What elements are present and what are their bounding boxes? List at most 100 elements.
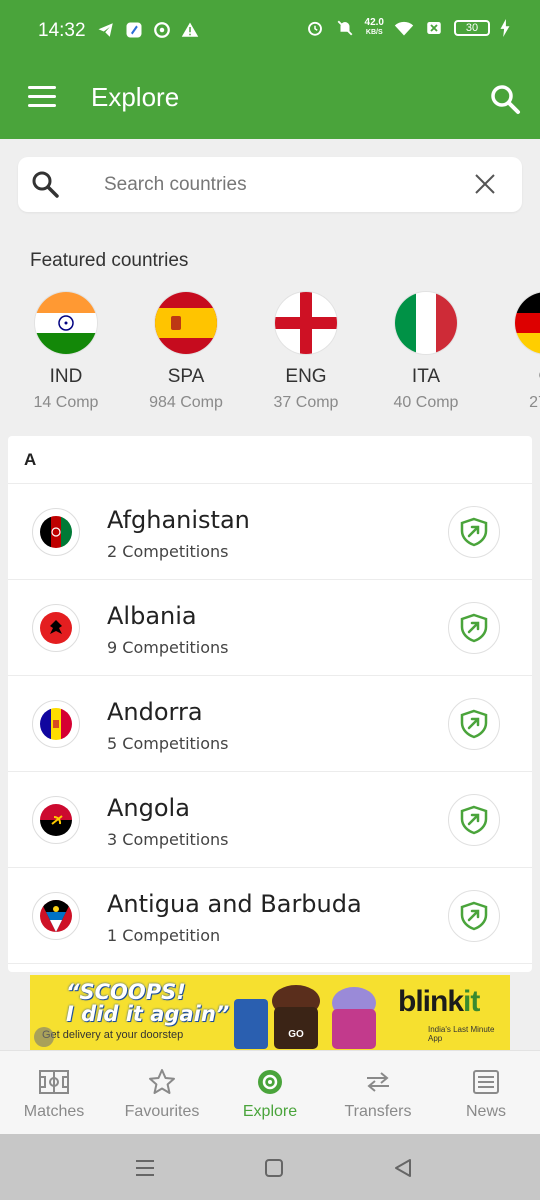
nav-news[interactable]: News — [432, 1051, 540, 1135]
ad-headline-line1: “SCOOPS! — [66, 980, 186, 1004]
open-country-shield-icon[interactable] — [448, 794, 500, 846]
telegram-icon — [96, 20, 116, 40]
featured-country-comp: 27 C — [529, 394, 540, 411]
featured-country-ita[interactable]: ITA 40 Comp — [366, 290, 486, 412]
afghanistan-flag-icon — [32, 508, 80, 556]
ad-brand-sub: India's Last Minute App — [428, 1025, 495, 1043]
battery-icon: 30 — [454, 20, 490, 36]
chrome-icon — [152, 20, 172, 40]
alarm-icon — [305, 18, 325, 38]
page-title: Explore — [91, 82, 180, 112]
wifi-icon — [394, 18, 414, 38]
country-competitions: 1 Competition — [107, 926, 221, 945]
status-bar: 14:32 42.0 KB/S 30 — [0, 0, 540, 62]
app-bar: 14:32 42.0 KB/S 30 Explore — [0, 0, 540, 139]
mute-icon — [335, 18, 355, 38]
country-row-angola[interactable]: Angola 3 Competitions — [8, 772, 532, 868]
search-icon[interactable] — [488, 82, 522, 116]
albania-flag-icon — [32, 604, 80, 652]
ad-info-icon[interactable] — [34, 1027, 54, 1047]
search-input[interactable] — [104, 165, 464, 205]
nav-favourites[interactable]: Favourites — [108, 1051, 216, 1135]
back-icon[interactable] — [389, 1154, 417, 1182]
country-competitions: 5 Competitions — [107, 734, 229, 753]
ad-brand-main: blink — [398, 985, 464, 1018]
search-field-icon — [30, 169, 60, 199]
charging-icon — [500, 18, 510, 38]
ad-banner[interactable]: “SCOOPS! I did it again” Get delivery at… — [30, 975, 510, 1050]
transfer-arrows-icon — [361, 1065, 395, 1099]
featured-country-ind[interactable]: IND 14 Comp — [6, 290, 126, 412]
ad-headline-line2: I did it again” — [66, 1002, 230, 1026]
net-speed-value: 42.0 — [364, 17, 384, 28]
featured-country-comp: 984 Comp — [149, 394, 223, 411]
app-notification-icon — [124, 20, 144, 40]
star-icon — [145, 1065, 179, 1099]
menu-button[interactable] — [26, 84, 58, 110]
svg-text:GO: GO — [288, 1029, 304, 1040]
country-competitions: 2 Competitions — [107, 542, 229, 561]
nav-label: Matches — [23, 1103, 85, 1120]
clear-search-icon[interactable] — [472, 171, 498, 197]
status-system-icons: 42.0 KB/S 30 — [305, 18, 510, 38]
featured-country-code: SPA — [167, 366, 205, 387]
country-name: Afghanistan — [107, 506, 250, 534]
country-name: Andorra — [107, 698, 203, 726]
country-list[interactable]: A Afghanistan 2 Competitions Albania 9 C… — [8, 436, 532, 972]
net-speed-unit: KB/S — [365, 29, 383, 36]
open-country-shield-icon[interactable] — [448, 506, 500, 558]
ad-tagline: Get delivery at your doorstep — [42, 1029, 184, 1041]
england-flag-icon — [275, 292, 337, 354]
country-row-andorra[interactable]: Andorra 5 Competitions — [8, 676, 532, 772]
open-country-shield-icon[interactable] — [448, 602, 500, 654]
country-competitions: 3 Competitions — [107, 830, 229, 849]
country-name: Angola — [107, 794, 190, 822]
ad-brand-accent: it — [463, 985, 480, 1018]
nav-transfers[interactable]: Transfers — [324, 1051, 432, 1135]
featured-countries-heading: Featured countries — [30, 250, 189, 271]
featured-country-code: IND — [49, 366, 83, 387]
pitch-icon — [37, 1065, 71, 1099]
country-name: Antigua and Barbuda — [107, 890, 362, 918]
featured-country-code: ENG — [285, 366, 327, 387]
featured-country-comp: 40 Comp — [393, 394, 459, 411]
featured-country-comp: 37 Comp — [273, 394, 339, 411]
country-row-antigua-and-barbuda[interactable]: Antigua and Barbuda 1 Competition — [8, 868, 532, 964]
bottom-navigation: Matches Favourites Explore Transfers New… — [0, 1050, 540, 1134]
nav-label: News — [465, 1103, 506, 1120]
country-competitions: 9 Competitions — [107, 638, 229, 657]
featured-country-spa[interactable]: SPA 984 Comp — [126, 290, 246, 412]
country-row-afghanistan[interactable]: Afghanistan 2 Competitions — [8, 484, 532, 580]
country-name: Albania — [107, 602, 197, 630]
nav-matches[interactable]: Matches — [0, 1051, 108, 1135]
spain-flag-icon — [155, 292, 217, 354]
angola-flag-icon — [32, 796, 80, 844]
featured-country-code: ITA — [411, 366, 441, 387]
nav-explore[interactable]: Explore — [216, 1051, 324, 1135]
ad-product-image: GO — [226, 979, 386, 1049]
warning-icon — [180, 20, 200, 40]
compass-icon — [253, 1065, 287, 1099]
featured-country-comp: 14 Comp — [33, 394, 99, 411]
battery-level: 30 — [465, 22, 479, 34]
nav-label: Explore — [242, 1103, 298, 1120]
featured-country-eng[interactable]: ENG 37 Comp — [246, 290, 366, 412]
home-icon[interactable] — [260, 1154, 288, 1182]
featured-country-ger[interactable]: G 27 C — [486, 290, 540, 412]
featured-countries-carousel[interactable]: IND 14 Comp SPA 984 Comp ENG 37 Comp ITA… — [0, 290, 540, 426]
section-letter: A — [8, 436, 532, 484]
andorra-flag-icon — [32, 700, 80, 748]
search-bar — [18, 157, 522, 212]
antigua-barbuda-flag-icon — [32, 892, 80, 940]
status-notification-icons — [96, 20, 200, 40]
recent-apps-icon[interactable] — [131, 1154, 159, 1182]
ad-brand: blinkit — [398, 985, 480, 1019]
open-country-shield-icon[interactable] — [448, 698, 500, 750]
sim-blocked-icon — [424, 18, 444, 38]
system-navigation-bar — [0, 1134, 540, 1200]
ad-headline: “SCOOPS! I did it again” — [66, 981, 229, 1025]
italy-flag-icon — [395, 292, 457, 354]
open-country-shield-icon[interactable] — [448, 890, 500, 942]
country-row-albania[interactable]: Albania 9 Competitions — [8, 580, 532, 676]
nav-label: Transfers — [344, 1103, 412, 1120]
